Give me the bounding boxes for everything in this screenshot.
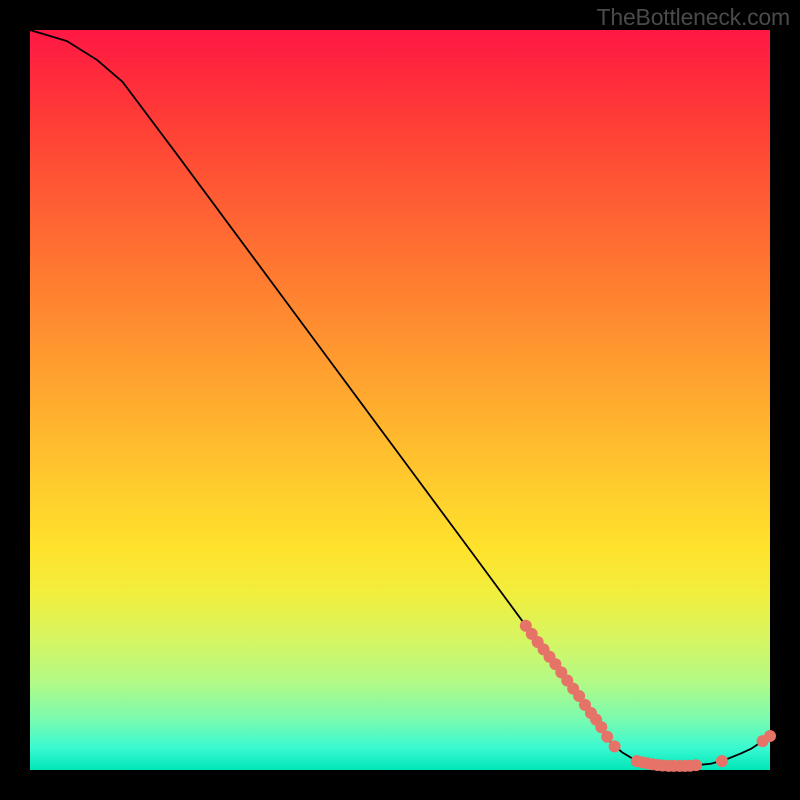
data-point — [716, 755, 728, 767]
data-point — [609, 740, 621, 752]
plot-area — [30, 30, 770, 770]
data-point — [690, 759, 702, 771]
data-point — [601, 731, 613, 743]
data-points — [520, 620, 776, 772]
watermark-text: TheBottleneck.com — [597, 4, 790, 31]
data-curve — [30, 30, 770, 766]
chart-canvas: TheBottleneck.com — [0, 0, 800, 800]
chart-svg — [30, 30, 770, 770]
data-point — [764, 730, 776, 742]
